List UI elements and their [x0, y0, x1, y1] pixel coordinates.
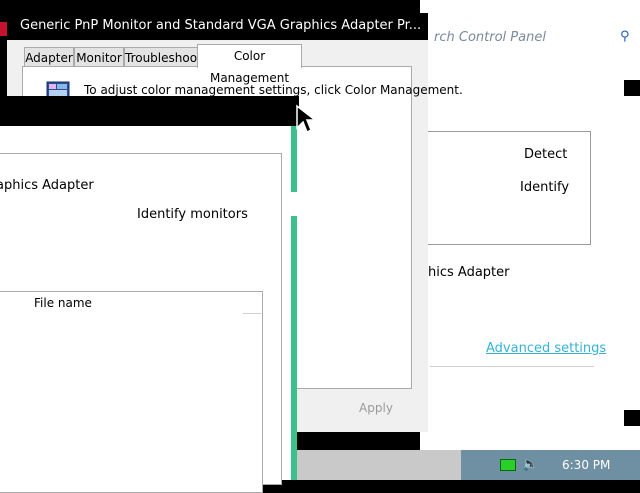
adapter-name-text: aphics Adapter — [0, 178, 94, 193]
tab-adapter[interactable]: Adapter — [24, 47, 74, 68]
scrollbar-down-button[interactable] — [624, 410, 640, 426]
properties-window-title: Generic PnP Monitor and Standard VGA Gra… — [20, 18, 422, 33]
color-management-instructions: To adjust color management settings, cli… — [84, 83, 463, 97]
close-accent — [0, 22, 7, 36]
identify-button[interactable]: Identify — [520, 180, 569, 195]
tab-troubleshoot[interactable]: Troubleshoot — [124, 47, 202, 68]
apply-button[interactable]: Apply — [348, 398, 404, 418]
volume-icon[interactable]: 🔈 — [522, 457, 540, 473]
scrollbar-thumb[interactable] — [291, 192, 297, 216]
file-list[interactable] — [0, 291, 263, 493]
mouse-cursor-icon — [296, 104, 317, 134]
tab-color-management[interactable]: Color Management — [197, 44, 302, 85]
adapter-name-text: hics Adapter — [428, 265, 510, 280]
network-icon[interactable] — [500, 459, 516, 471]
list-divider — [243, 313, 261, 314]
scrollbar-up-button[interactable] — [624, 80, 640, 96]
search-icon[interactable]: ⚲ — [620, 29, 636, 45]
taskbar-clock[interactable]: 6:30 PM — [562, 458, 610, 472]
identify-monitors-button[interactable]: Identify monitors — [137, 207, 248, 222]
file-name-column-header[interactable]: File name — [34, 296, 92, 310]
window-border — [291, 126, 297, 480]
notification-area — [461, 450, 640, 480]
detect-button[interactable]: Detect — [524, 147, 567, 162]
advanced-settings-link[interactable]: Advanced settings — [486, 341, 606, 356]
screen-resolution-title-bar[interactable] — [0, 96, 299, 126]
tab-monitor[interactable]: Monitor — [74, 47, 124, 68]
divider — [430, 366, 594, 367]
search-input[interactable]: rch Control Panel — [434, 30, 546, 45]
